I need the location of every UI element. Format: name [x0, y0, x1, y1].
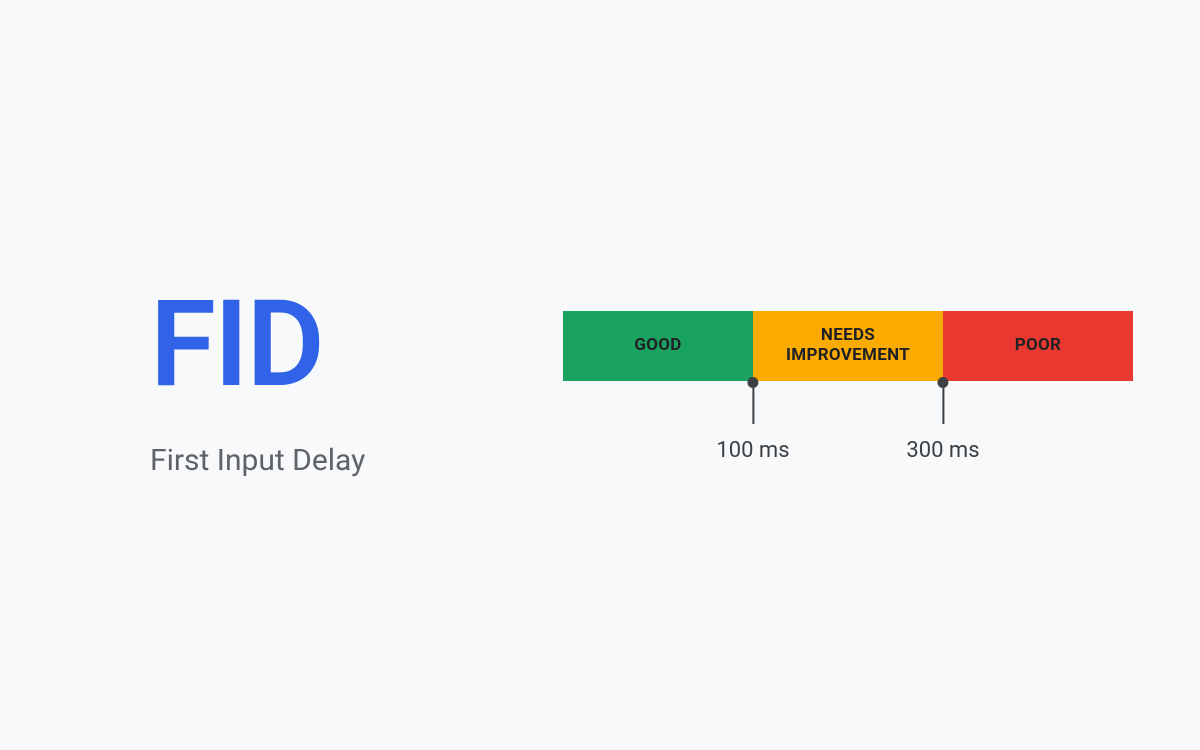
metric-fullname: First Input Delay	[150, 443, 365, 478]
marker-dot-icon	[747, 377, 758, 388]
threshold-value-2: 300 ms	[906, 438, 979, 463]
metric-title-block: FID First Input Delay	[150, 285, 365, 478]
segment-good: GOOD	[563, 311, 753, 381]
marker-stem	[942, 388, 944, 424]
threshold-scale: GOOD NEEDS IMPROVEMENT POOR 100 ms 300 m…	[563, 311, 1133, 381]
segment-poor: POOR	[943, 311, 1133, 381]
marker-dot-icon	[937, 377, 948, 388]
segment-needs-improvement: NEEDS IMPROVEMENT	[753, 311, 943, 381]
marker-stem	[752, 388, 754, 424]
scale-bar: GOOD NEEDS IMPROVEMENT POOR	[563, 311, 1133, 381]
threshold-value-1: 100 ms	[716, 438, 789, 463]
threshold-marker-2: 300 ms	[906, 377, 979, 463]
threshold-marker-1: 100 ms	[716, 377, 789, 463]
metric-acronym: FID	[150, 285, 365, 405]
